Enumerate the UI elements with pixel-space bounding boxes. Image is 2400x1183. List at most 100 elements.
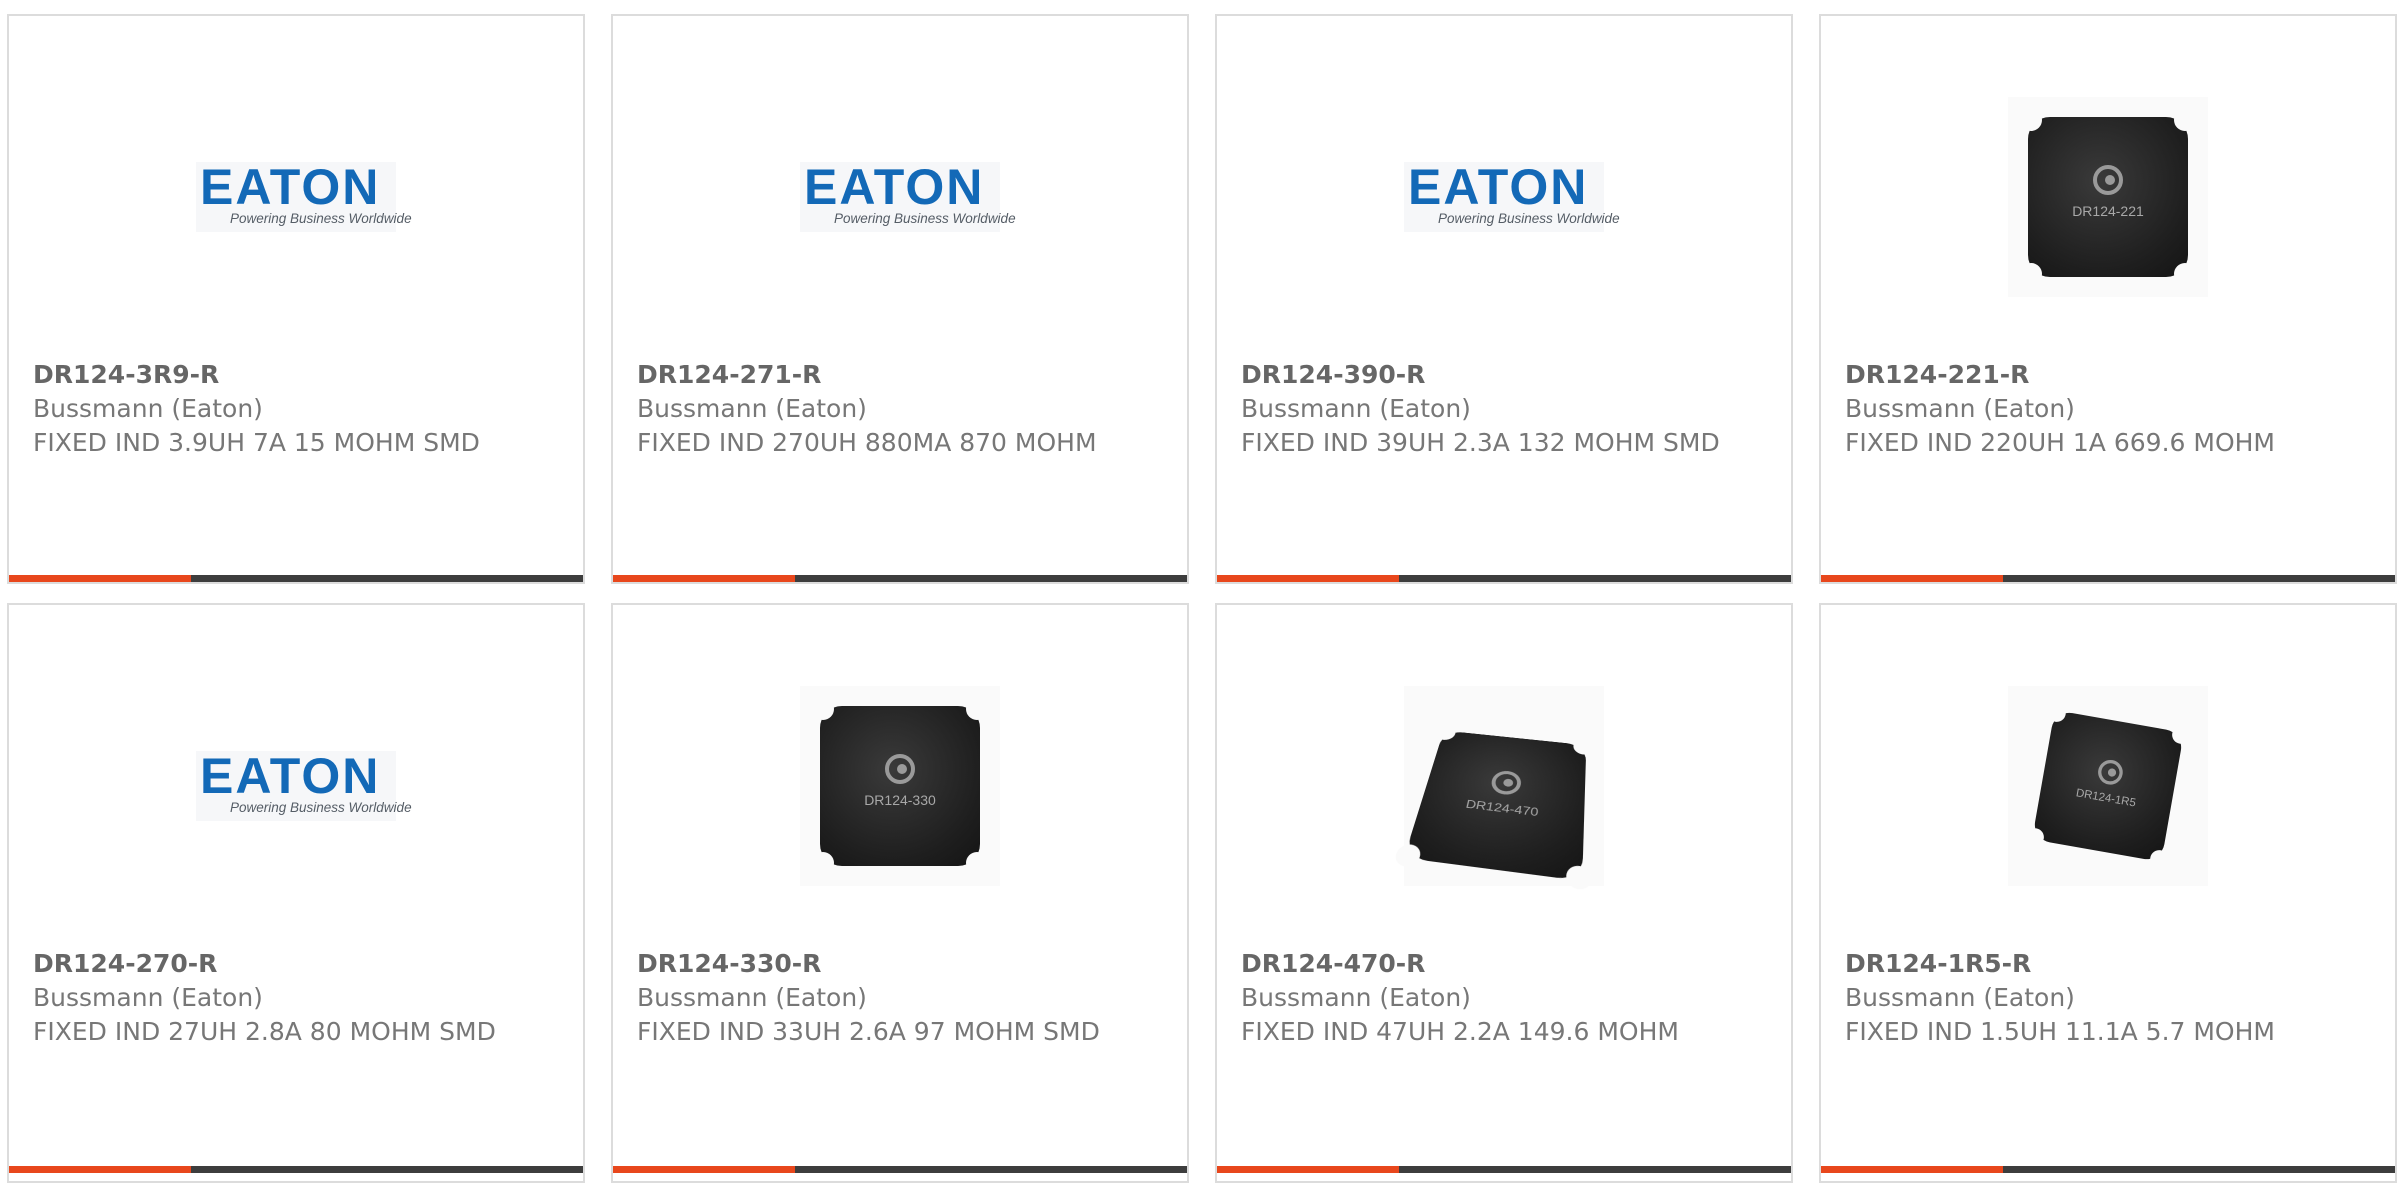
card-bar: [9, 575, 583, 582]
card-bar: [1217, 1166, 1791, 1173]
notch: [2020, 109, 2042, 131]
description: FIXED IND 220UH 1A 669.6 MOHM: [1845, 428, 2275, 457]
eaton-logo: EATON Powering Business Worldwide: [196, 159, 412, 232]
part-number[interactable]: DR124-1R5-R: [1845, 947, 2365, 981]
notch: [2046, 702, 2068, 724]
card-bar: [1217, 575, 1791, 582]
part-number[interactable]: DR124-271-R: [637, 358, 1157, 392]
manufacturer: Bussmann (Eaton): [1241, 983, 1471, 1012]
part-number[interactable]: DR124-270-R: [33, 947, 553, 981]
inductor-body: DR124-330: [812, 698, 988, 874]
product-info: DR124-390-R Bussmann (Eaton) FIXED IND 3…: [1241, 358, 1761, 460]
manufacturer: Bussmann (Eaton): [637, 394, 867, 423]
logo-tagline: Powering Business Worldwide: [1438, 211, 1620, 226]
notch: [1392, 843, 1423, 868]
product-image[interactable]: EATON Powering Business Worldwide: [800, 97, 1016, 297]
card-bar-accent: [1821, 575, 2003, 582]
notch: [812, 698, 834, 720]
product-image[interactable]: DR124-470: [1392, 686, 1604, 891]
notch: [2174, 109, 2196, 131]
logo-word: EATON: [804, 159, 985, 215]
card-bar: [1821, 1166, 2395, 1173]
notch: [966, 852, 988, 874]
inductor-body: DR124-221: [2020, 109, 2196, 285]
manufacturer: Bussmann (Eaton): [33, 983, 263, 1012]
eaton-logo: EATON Powering Business Worldwide: [196, 748, 412, 821]
product-card[interactable]: DR124-470 DR124-470-R Bussmann (Eaton) F…: [1215, 603, 1793, 1183]
product-image[interactable]: DR124-221: [2008, 97, 2208, 297]
part-marking: DR124-470: [1464, 796, 1540, 819]
logo-word: EATON: [200, 159, 381, 215]
notch: [2148, 848, 2170, 870]
brand-mark-icon: [2096, 758, 2125, 787]
product-info: DR124-470-R Bussmann (Eaton) FIXED IND 4…: [1241, 947, 1761, 1049]
card-bar-accent: [9, 1166, 191, 1173]
product-image[interactable]: DR124-330: [800, 686, 1000, 886]
notch: [2024, 826, 2046, 848]
manufacturer: Bussmann (Eaton): [1845, 394, 2075, 423]
product-image[interactable]: EATON Powering Business Worldwide: [196, 97, 412, 297]
brand-mark-icon: [2093, 165, 2123, 195]
part-number[interactable]: DR124-221-R: [1845, 358, 2365, 392]
part-marking: DR124-330: [864, 792, 936, 808]
card-bar-accent: [613, 575, 795, 582]
part-marking: DR124-1R5: [2075, 785, 2137, 810]
manufacturer: Bussmann (Eaton): [1845, 983, 2075, 1012]
card-bar: [613, 575, 1187, 582]
part-number[interactable]: DR124-330-R: [637, 947, 1157, 981]
logo-tagline: Powering Business Worldwide: [834, 211, 1016, 226]
notch: [2170, 724, 2192, 746]
product-card[interactable]: EATON Powering Business Worldwide DR124-…: [7, 603, 585, 1183]
logo-word: EATON: [1408, 159, 1589, 215]
notch: [966, 698, 988, 720]
product-info: DR124-221-R Bussmann (Eaton) FIXED IND 2…: [1845, 358, 2365, 460]
brand-mark-icon: [885, 754, 915, 784]
product-card[interactable]: EATON Powering Business Worldwide DR124-…: [1215, 14, 1793, 584]
inductor-photo: DR124-221: [2008, 97, 2208, 297]
description: FIXED IND 47UH 2.2A 149.6 MOHM: [1241, 1017, 1679, 1046]
product-card[interactable]: EATON Powering Business Worldwide DR124-…: [7, 14, 585, 584]
card-bar-accent: [613, 1166, 795, 1173]
description: FIXED IND 27UH 2.8A 80 MOHM SMD: [33, 1017, 496, 1046]
product-info: DR124-330-R Bussmann (Eaton) FIXED IND 3…: [637, 947, 1157, 1049]
card-bar-accent: [1217, 575, 1399, 582]
notch: [2020, 263, 2042, 285]
part-number[interactable]: DR124-470-R: [1241, 947, 1761, 981]
eaton-logo: EATON Powering Business Worldwide: [800, 159, 1016, 232]
product-card[interactable]: DR124-221 DR124-221-R Bussmann (Eaton) F…: [1819, 14, 2397, 584]
inductor-photo: DR124-470: [1392, 686, 1604, 891]
inductor-photo: DR124-1R5: [2008, 686, 2208, 886]
inductor-body: DR124-1R5: [2024, 702, 2192, 870]
product-image[interactable]: EATON Powering Business Worldwide: [1404, 97, 1620, 297]
card-bar-accent: [1821, 1166, 2003, 1173]
product-info: DR124-1R5-R Bussmann (Eaton) FIXED IND 1…: [1845, 947, 2365, 1049]
part-marking: DR124-221: [2072, 203, 2144, 219]
product-image[interactable]: EATON Powering Business Worldwide: [196, 686, 412, 886]
manufacturer: Bussmann (Eaton): [637, 983, 867, 1012]
logo-word: EATON: [200, 748, 381, 804]
product-image[interactable]: DR124-1R5: [2008, 686, 2208, 886]
description: FIXED IND 39UH 2.3A 132 MOHM SMD: [1241, 428, 1720, 457]
product-card[interactable]: DR124-1R5 DR124-1R5-R Bussmann (Eaton) F…: [1819, 603, 2397, 1183]
notch: [1433, 724, 1458, 741]
description: FIXED IND 270UH 880MA 870 MOHM: [637, 428, 1097, 457]
card-bar: [1821, 575, 2395, 582]
part-number[interactable]: DR124-3R9-R: [33, 358, 553, 392]
product-info: DR124-3R9-R Bussmann (Eaton) FIXED IND 3…: [33, 358, 553, 460]
part-number[interactable]: DR124-390-R: [1241, 358, 1761, 392]
notch: [1572, 738, 1594, 756]
card-bar-accent: [1217, 1166, 1399, 1173]
card-bar: [613, 1166, 1187, 1173]
product-info: DR124-270-R Bussmann (Eaton) FIXED IND 2…: [33, 947, 553, 1049]
manufacturer: Bussmann (Eaton): [1241, 394, 1471, 423]
product-info: DR124-271-R Bussmann (Eaton) FIXED IND 2…: [637, 358, 1157, 460]
logo-tagline: Powering Business Worldwide: [230, 211, 412, 226]
inductor-photo: DR124-330: [800, 686, 1000, 886]
description: FIXED IND 3.9UH 7A 15 MOHM SMD: [33, 428, 480, 457]
eaton-logo: EATON Powering Business Worldwide: [1404, 159, 1620, 232]
product-card[interactable]: EATON Powering Business Worldwide DR124-…: [611, 14, 1189, 584]
description: FIXED IND 33UH 2.6A 97 MOHM SMD: [637, 1017, 1100, 1046]
manufacturer: Bussmann (Eaton): [33, 394, 263, 423]
card-bar-accent: [9, 575, 191, 582]
product-card[interactable]: DR124-330 DR124-330-R Bussmann (Eaton) F…: [611, 603, 1189, 1183]
